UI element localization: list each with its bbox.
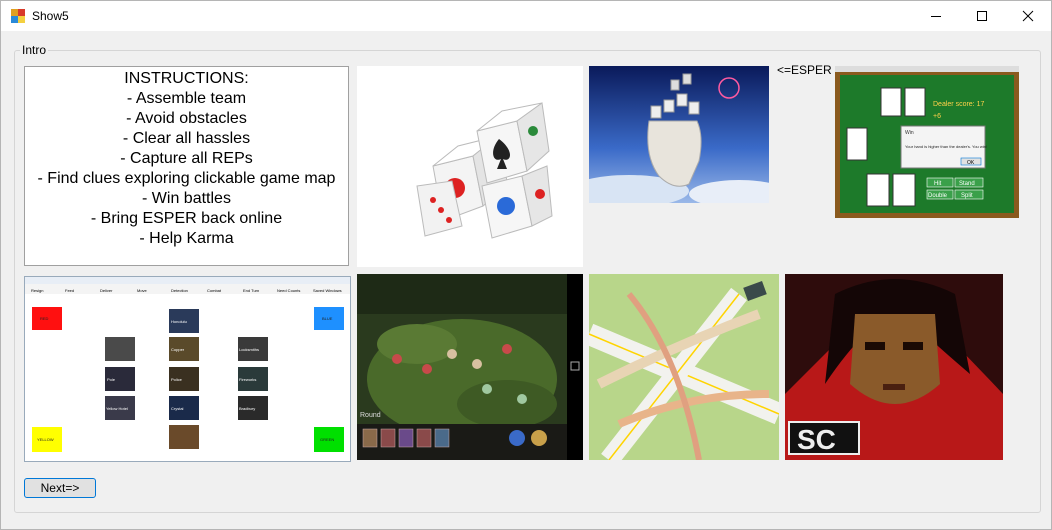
map-menu-item: Saved Windows [313, 288, 342, 293]
esper-label: <=ESPER [777, 63, 832, 77]
highway-picture[interactable] [589, 274, 779, 460]
blackjack-picture[interactable]: Dealer score: 17 +6 Win Your hand is hig… [835, 66, 1019, 218]
map-menu-item: Move [137, 288, 148, 293]
instruction-line: - Capture all REPs [120, 150, 253, 167]
instruction-line: - Win battles [142, 190, 231, 207]
app-window: Show5 Intro INSTRUCTIONS: - Assemble tea… [0, 0, 1052, 530]
map-menu-item: Resign [31, 288, 43, 293]
map-tile: Copper [171, 347, 185, 352]
title-bar[interactable]: Show5 [1, 1, 1051, 31]
app-icon [11, 9, 25, 23]
dialog-ok: OK [967, 160, 975, 166]
map-image: Resign Feed Deliver Move Detection Comba… [25, 277, 350, 452]
tactics-game-picture[interactable]: Round [357, 274, 583, 460]
map-picture[interactable]: Resign Feed Deliver Move Detection Comba… [24, 276, 351, 462]
map-tile: Police [171, 377, 183, 382]
instruction-line: - Help Karma [139, 230, 234, 247]
double-label: Double [928, 193, 948, 199]
instructions-textbox[interactable]: INSTRUCTIONS: - Assemble team - Avoid ob… [24, 66, 349, 266]
map-tile: Yellow Hotel [106, 406, 128, 411]
instruction-line: - Bring ESPER back online [90, 210, 283, 227]
dice-image [416, 102, 553, 239]
hit-label: Hit [934, 181, 942, 187]
instruction-line: - Find clues exploring clickable game ma… [37, 170, 336, 187]
minimize-button[interactable] [913, 1, 959, 31]
map-tile: Locksmiths [239, 347, 259, 352]
portrait-tag: SC [797, 424, 836, 455]
close-icon [1022, 10, 1034, 22]
dialog-message: Your hand is higher than the dealer's. Y… [905, 144, 987, 149]
map-corner-yellow: YELLOW [37, 437, 54, 442]
dealer-score: Dealer score: 17 [933, 101, 984, 108]
map-menu-item: Feed [65, 288, 74, 293]
blackjack-image: Dealer score: 17 +6 Win Your hand is hig… [835, 66, 1019, 218]
map-tile: Pole [107, 377, 116, 382]
maximize-button[interactable] [959, 1, 1005, 31]
stand-label: Stand [959, 181, 975, 187]
map-corner-red: RED [40, 316, 49, 321]
next-button[interactable]: Next=> [24, 478, 96, 498]
minimize-icon [931, 16, 941, 17]
map-corner-green: GREEN [320, 437, 334, 442]
dice-picture[interactable] [357, 66, 583, 267]
window-title: Show5 [32, 9, 69, 23]
tactics-game-image: Round [357, 274, 583, 460]
map-menu-item: Detection [171, 288, 188, 293]
map-menu-item: Deliver [100, 288, 113, 293]
map-tile: Bradbury [239, 406, 255, 411]
player-delta: +6 [933, 113, 941, 120]
instruction-line: INSTRUCTIONS: [124, 70, 249, 87]
surreal-head-picture[interactable] [589, 66, 769, 203]
dialog-title: Win [905, 130, 914, 136]
map-tile: Crystal [171, 406, 184, 411]
close-button[interactable] [1005, 1, 1051, 31]
portrait-image: SC [785, 274, 1003, 460]
instruction-line: - Assemble team [126, 90, 247, 107]
map-tile: Honolulu [171, 319, 187, 324]
map-menu-item: End Turn [243, 288, 259, 293]
portrait-picture[interactable]: SC [785, 274, 1003, 460]
intro-group-label: Intro [20, 43, 49, 57]
split-label: Split [961, 193, 973, 199]
map-menu-item: Combat [207, 288, 222, 293]
game-status: Round [360, 412, 381, 419]
instruction-line: - Clear all hassles [122, 130, 251, 147]
surreal-head-image [589, 66, 769, 203]
map-corner-blue: BLUE [322, 316, 333, 321]
instruction-line: - Avoid obstacles [126, 110, 247, 127]
highway-image [589, 274, 779, 460]
maximize-icon [977, 11, 987, 21]
map-tile: Fireworks [239, 377, 256, 382]
map-menu-item: Need Counts [277, 288, 300, 293]
